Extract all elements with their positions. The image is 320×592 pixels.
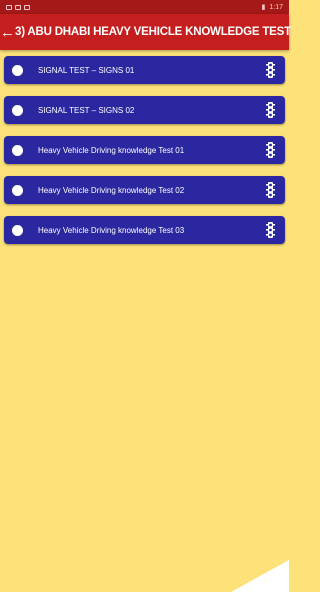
- test-list: SIGNAL TEST – SIGNS 01 SIGNAL TEST – SIG…: [4, 56, 285, 256]
- signal-icon: ▮: [261, 4, 266, 11]
- notification-icon: [24, 4, 30, 10]
- radio-icon[interactable]: [12, 224, 23, 236]
- test-item-4[interactable]: Heavy Vehicle Driving knowledge Test 02: [4, 176, 285, 204]
- back-button[interactable]: ←: [0, 14, 15, 50]
- notification-icon: [15, 4, 21, 10]
- test-item-5[interactable]: Heavy Vehicle Driving knowledge Test 03: [4, 216, 285, 244]
- test-item-1[interactable]: SIGNAL TEST – SIGNS 01: [4, 56, 285, 84]
- decorative-corner: [231, 560, 289, 592]
- status-time: 1:17: [269, 3, 283, 11]
- traffic-light-icon: [266, 102, 275, 118]
- test-item-3[interactable]: Heavy Vehicle Driving knowledge Test 01: [4, 136, 285, 164]
- arrow-left-icon: ←: [0, 23, 15, 41]
- radio-icon[interactable]: [12, 64, 23, 76]
- radio-icon[interactable]: [12, 144, 23, 156]
- test-item-2[interactable]: SIGNAL TEST – SIGNS 02: [4, 96, 285, 124]
- traffic-light-icon: [266, 222, 275, 238]
- status-bar: ▮ 1:17: [0, 0, 289, 14]
- test-item-label: Heavy Vehicle Driving knowledge Test 02: [38, 185, 185, 195]
- radio-icon[interactable]: [12, 104, 23, 116]
- test-item-label: Heavy Vehicle Driving knowledge Test 01: [38, 145, 185, 155]
- test-item-label: SIGNAL TEST – SIGNS 01: [38, 65, 135, 75]
- test-item-label: Heavy Vehicle Driving knowledge Test 03: [38, 225, 185, 235]
- radio-icon[interactable]: [12, 184, 23, 196]
- traffic-light-icon: [266, 62, 275, 78]
- traffic-light-icon: [266, 182, 275, 198]
- test-item-label: SIGNAL TEST – SIGNS 02: [38, 105, 135, 115]
- page-title: 3) ABU DHABI HEAVY VEHICLE KNOWLEDGE TES…: [15, 26, 291, 38]
- notification-icons: [6, 4, 30, 10]
- traffic-light-icon: [266, 142, 275, 158]
- app-toolbar: ← 3) ABU DHABI HEAVY VEHICLE KNOWLEDGE T…: [0, 14, 291, 50]
- notification-icon: [6, 4, 12, 10]
